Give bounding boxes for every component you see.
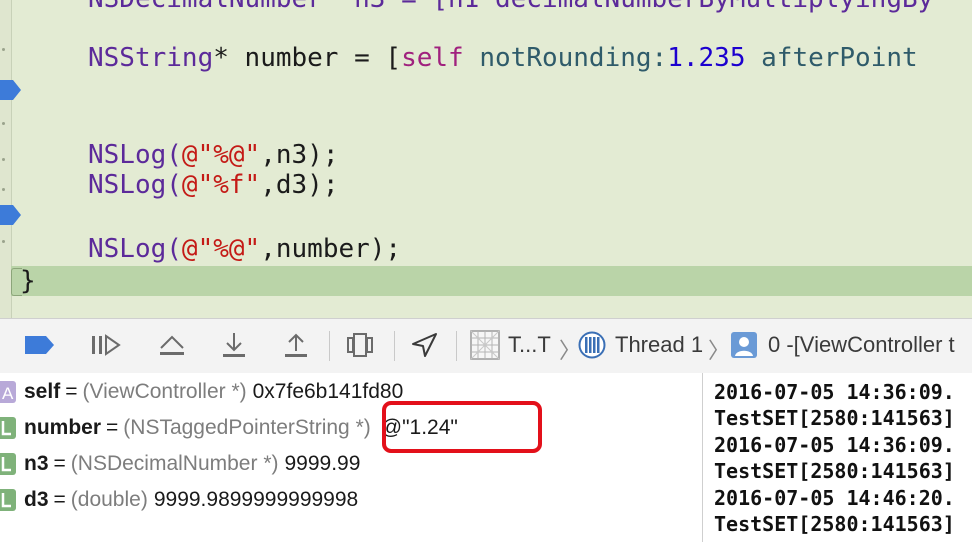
code-token: @"%@" (181, 140, 261, 170)
console-line: TestSET[2580:141563] (714, 406, 955, 430)
variable-type: (double) (70, 488, 148, 511)
variables-view: A self = (ViewController *) 0x7fe6b141fd… (0, 373, 702, 542)
user-frame-icon (731, 332, 757, 358)
code-line-number-assignment: NSString* number = [self notRounding:1.2… (88, 43, 918, 73)
code-token: @"%f" (181, 170, 261, 200)
code-token: self (401, 43, 464, 73)
debug-bar: T...T 〉 Thread 1 〉 0 -[ViewController t (0, 318, 972, 374)
variable-equals: = (65, 380, 78, 403)
thread-selector[interactable]: Thread 1 (578, 329, 706, 361)
continue-icon (92, 334, 121, 356)
console-output[interactable]: 2016-07-05 14:36:09. TestSET[2580:141563… (703, 373, 972, 542)
code-token: @"%@" (181, 234, 261, 264)
stack-frame-selector[interactable]: 0 -[ViewController t (730, 329, 972, 361)
thread-label: Thread 1 (615, 332, 704, 357)
step-over-icon (160, 335, 184, 355)
code-token: afterPoint (745, 43, 918, 73)
code-line-partial: NSDecimalNumber* n3 = [n1 decimalNumberB… (88, 0, 933, 14)
svg-text:A: A (2, 384, 14, 403)
view-hierarchy-icon (347, 333, 373, 357)
gutter-marker (2, 122, 5, 125)
process-grid-icon (470, 330, 500, 360)
code-line-log-n3: NSLog(@"%@",n3); (88, 140, 338, 170)
annotation-highlight-box (382, 401, 542, 453)
variable-value: 0x7fe6b141fd80 (252, 380, 404, 403)
variable-name: number (24, 416, 102, 439)
chevron-right-icon: 〉 (708, 338, 731, 363)
variable-row-n3[interactable]: n3 = (NSDecimalNumber *) 9999.99 (0, 447, 700, 481)
console-line: 2016-07-05 14:46:20. (714, 486, 955, 510)
code-line-log-number: NSLog(@"%@",number); (88, 234, 401, 264)
breakpoint-marker[interactable] (0, 78, 21, 100)
code-token: NSLog( (88, 170, 182, 200)
code-line-closing-brace: } (20, 266, 36, 296)
console-line: 2016-07-05 14:36:09. (714, 433, 955, 457)
step-into-icon (223, 333, 245, 357)
console-line: TestSET[2580:141563] (714, 512, 955, 536)
local-variable-icon (0, 453, 16, 475)
code-token: notRounding: (463, 43, 668, 73)
code-token: NSString (88, 43, 214, 73)
continue-button[interactable] (86, 329, 126, 361)
variable-equals: = (53, 488, 66, 511)
code-token: ,number); (260, 234, 402, 264)
breakpoint-marker[interactable] (0, 203, 21, 225)
code-token: ,n3); (260, 140, 339, 170)
variable-name: self (24, 380, 61, 403)
variable-equals: = (106, 416, 119, 439)
view-hierarchy-button[interactable] (340, 329, 380, 361)
variable-equals: = (53, 452, 66, 475)
code-line-log-d3: NSLog(@"%f",d3); (88, 170, 338, 200)
variable-value: 9999.99 (284, 452, 361, 475)
variable-type: (NSTaggedPointerString *) (123, 416, 371, 439)
variable-type: (ViewController *) (82, 380, 247, 403)
variable-value: 9999.9899999999998 (153, 488, 359, 511)
code-token: NSLog( (88, 140, 182, 170)
thread-icon (578, 331, 606, 359)
thread-group-label: T...T (508, 332, 551, 357)
simulate-location-button[interactable] (404, 329, 444, 361)
thread-group-selector[interactable]: T...T (470, 329, 556, 361)
step-over-button[interactable] (152, 329, 192, 361)
variable-row-number[interactable]: number = (NSTaggedPointerString *) @"1.2… (0, 411, 700, 445)
code-token: number = [ (228, 43, 402, 73)
frame-label: 0 -[ViewController t (768, 332, 955, 357)
toolbar-separator (329, 331, 330, 361)
code-token: NSLog( (88, 234, 182, 264)
toggle-breakpoints-button[interactable] (22, 329, 58, 361)
current-line-highlight (11, 266, 972, 296)
gutter-marker (2, 240, 5, 243)
toolbar-separator (394, 331, 395, 361)
variable-type: (NSDecimalNumber *) (70, 452, 279, 475)
source-editor[interactable]: NSDecimalNumber* n3 = [n1 decimalNumberB… (0, 0, 972, 318)
local-variable-icon (0, 417, 16, 439)
variable-name: d3 (24, 488, 49, 511)
variable-row-d3[interactable]: d3 = (double) 9999.9899999999998 (0, 483, 700, 517)
code-token: ,d3); (260, 170, 339, 200)
toolbar-separator (456, 331, 457, 361)
step-out-button[interactable] (276, 329, 316, 361)
console-line: 2016-07-05 14:36:09. (714, 380, 955, 404)
local-variable-icon (0, 489, 16, 511)
step-into-button[interactable] (214, 329, 254, 361)
argument-icon: A (0, 381, 16, 403)
breakpoint-icon (25, 336, 54, 354)
location-arrow-icon (412, 333, 437, 357)
code-token: * (213, 43, 229, 73)
variable-name: n3 (24, 452, 49, 475)
variable-row-self[interactable]: A self = (ViewController *) 0x7fe6b141fd… (0, 375, 700, 409)
gutter-marker (2, 48, 5, 51)
step-out-icon (285, 333, 307, 357)
gutter-marker (2, 188, 5, 191)
gutter-marker (2, 158, 5, 161)
code-token: 1.235 (667, 43, 746, 73)
console-line: TestSET[2580:141563] (714, 459, 955, 483)
